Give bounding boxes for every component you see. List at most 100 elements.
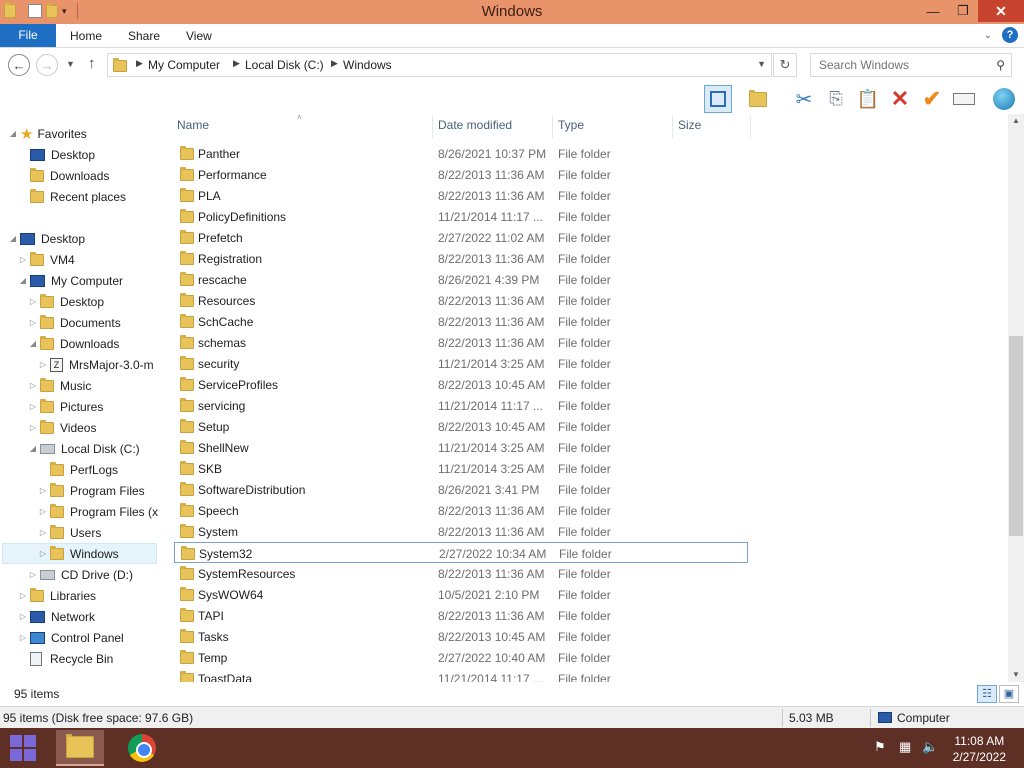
select-checkmark-button[interactable]: ✔ <box>918 85 946 113</box>
table-row[interactable]: Panther 8/26/2021 10:37 PM File folder <box>174 143 748 164</box>
table-row[interactable]: servicing 11/21/2014 11:17 ... File folder <box>174 395 748 416</box>
breadcrumb-separator[interactable]: ▶ <box>233 58 240 69</box>
delete-button[interactable]: ✕ <box>886 85 914 113</box>
table-row[interactable]: ShellNew 11/21/2014 3:25 AM File folder <box>174 437 748 458</box>
close-button[interactable]: ✕ <box>978 0 1024 22</box>
nav-fav-downloads[interactable]: Downloads <box>30 165 109 186</box>
paste-button[interactable]: 📋 <box>854 85 882 113</box>
details-view-button[interactable]: ☷ <box>977 685 997 703</box>
column-header-size[interactable]: Size <box>678 118 701 138</box>
scrollbar-thumb[interactable] <box>1009 336 1023 536</box>
table-row[interactable]: System 8/22/2013 11:36 AM File folder <box>174 521 748 542</box>
table-row[interactable]: SysWOW64 10/5/2021 2:10 PM File folder <box>174 584 748 605</box>
collapse-arrow-icon[interactable]: ◢ <box>8 129 18 138</box>
scroll-down-icon[interactable]: ▼ <box>1008 668 1024 682</box>
nav-windows[interactable]: ▷ Windows <box>2 543 157 564</box>
address-dropdown-icon[interactable]: ▼ <box>757 59 766 69</box>
nav-local-disk[interactable]: ◢ Local Disk (C:) <box>28 438 140 459</box>
column-header-type[interactable]: Type <box>558 118 584 138</box>
expand-arrow-icon[interactable]: ▷ <box>38 360 48 369</box>
nav-fav-desktop[interactable]: Desktop <box>30 144 95 165</box>
address-bar[interactable]: ▶ My Computer ▶ Local Disk (C:) ▶ Window… <box>107 53 772 77</box>
nav-program-files[interactable]: ▷ Program Files <box>38 480 145 501</box>
collapse-arrow-icon[interactable]: ◢ <box>28 444 38 453</box>
tab-home[interactable]: Home <box>70 29 102 43</box>
table-row[interactable]: SKB 11/21/2014 3:25 AM File folder <box>174 458 748 479</box>
table-row[interactable]: Registration 8/22/2013 11:36 AM File folde… <box>174 248 748 269</box>
table-row[interactable]: PolicyDefinitions 11/21/2014 11:17 ... Fil… <box>174 206 748 227</box>
search-input[interactable] <box>819 58 989 72</box>
nav-mc-desktop[interactable]: ▷ Desktop <box>28 291 104 312</box>
nav-users[interactable]: ▷ Users <box>38 522 101 543</box>
column-divider[interactable] <box>432 116 433 138</box>
nav-libraries[interactable]: ▷ Libraries <box>18 585 96 606</box>
nav-mc-music[interactable]: ▷ Music <box>28 375 91 396</box>
system-clock[interactable]: 11:08 AM 2/27/2022 <box>953 733 1006 765</box>
back-button[interactable]: ← <box>8 54 30 76</box>
nav-control-panel[interactable]: ▷ Control Panel <box>18 627 124 648</box>
table-row[interactable]: SystemResources 8/22/2013 11:36 AM File fo… <box>174 563 748 584</box>
nav-mc-videos[interactable]: ▷ Videos <box>28 417 96 438</box>
nav-mc-downloads[interactable]: ◢ Downloads <box>28 333 119 354</box>
expand-arrow-icon[interactable]: ▷ <box>38 507 48 516</box>
collapse-arrow-icon[interactable]: ◢ <box>18 276 28 285</box>
nav-perflogs[interactable]: PerfLogs <box>38 459 118 480</box>
action-center-flag-icon[interactable]: ⚑ <box>874 739 886 755</box>
vertical-scrollbar[interactable]: ▲ ▼ <box>1008 114 1024 682</box>
table-row[interactable]: schemas 8/22/2013 11:36 AM File folder <box>174 332 748 353</box>
collapse-arrow-icon[interactable]: ◢ <box>8 234 18 243</box>
table-row[interactable]: security 11/21/2014 3:25 AM File folder <box>174 353 748 374</box>
scroll-up-icon[interactable]: ▲ <box>1008 114 1024 128</box>
copy-button[interactable]: ⎘ <box>822 85 850 113</box>
table-row[interactable]: Resources 8/22/2013 11:36 AM File folder <box>174 290 748 311</box>
properties-folder-button[interactable] <box>744 85 772 113</box>
table-row[interactable]: Temp 2/27/2022 10:40 AM File folder <box>174 647 748 668</box>
table-row[interactable]: TAPI 8/22/2013 11:36 AM File folder <box>174 605 748 626</box>
expand-arrow-icon[interactable]: ▷ <box>28 402 38 411</box>
expand-arrow-icon[interactable]: ▷ <box>38 528 48 537</box>
nav-cd-drive[interactable]: ▷ CD Drive (D:) <box>28 564 133 585</box>
table-row[interactable]: System32 2/27/2022 10:34 AM File folder <box>174 542 748 563</box>
large-icons-view-button[interactable]: ▣ <box>999 685 1019 703</box>
start-button[interactable] <box>4 732 44 764</box>
nav-desktop[interactable]: ◢ Desktop <box>8 228 85 249</box>
tab-share[interactable]: Share <box>128 29 160 43</box>
expand-arrow-icon[interactable]: ▷ <box>28 318 38 327</box>
column-divider[interactable] <box>672 116 673 138</box>
maximize-button[interactable]: ❐ <box>948 0 978 22</box>
table-row[interactable]: ServiceProfiles 8/22/2013 10:45 AM File fo… <box>174 374 748 395</box>
expand-arrow-icon[interactable]: ▷ <box>18 255 28 264</box>
breadcrumb-separator[interactable]: ▶ <box>331 58 338 69</box>
column-divider[interactable] <box>750 116 751 138</box>
expand-ribbon-icon[interactable]: ⌄ <box>984 30 992 41</box>
table-row[interactable]: Setup 8/22/2013 10:45 AM File folder <box>174 416 748 437</box>
nav-mc-documents[interactable]: ▷ Documents <box>28 312 121 333</box>
table-row[interactable]: Tasks 8/22/2013 10:45 AM File folder <box>174 626 748 647</box>
breadcrumb-my-computer[interactable]: My Computer <box>148 58 220 72</box>
search-icon[interactable]: ⚲ <box>996 58 1005 72</box>
expand-arrow-icon[interactable]: ▷ <box>18 591 28 600</box>
breadcrumb-local-disk[interactable]: Local Disk (C:) <box>245 58 324 72</box>
file-tab[interactable]: File <box>0 24 56 47</box>
column-header-name[interactable]: Name <box>177 118 209 138</box>
nav-program-files-x86[interactable]: ▷ Program Files (x <box>38 501 158 522</box>
expand-arrow-icon[interactable]: ▷ <box>18 612 28 621</box>
breadcrumb-separator[interactable]: ▶ <box>136 58 143 69</box>
forward-button[interactable]: → <box>36 54 58 76</box>
minimize-button[interactable]: — <box>918 0 948 22</box>
expand-arrow-icon[interactable]: ▷ <box>28 381 38 390</box>
nav-network[interactable]: ▷ Network <box>18 606 95 627</box>
breadcrumb-windows[interactable]: Windows <box>343 58 392 72</box>
table-row[interactable]: PLA 8/22/2013 11:36 AM File folder <box>174 185 748 206</box>
network-status-icon[interactable]: ▦ <box>899 739 911 755</box>
search-box[interactable]: ⚲ <box>810 53 1012 77</box>
table-row[interactable]: rescache 8/26/2021 4:39 PM File folder <box>174 269 748 290</box>
recent-locations-icon[interactable]: ▼ <box>66 59 75 69</box>
globe-icon[interactable] <box>990 85 1018 113</box>
table-row[interactable]: SoftwareDistribution 8/26/2021 3:41 PM Fil… <box>174 479 748 500</box>
chrome-taskbar-button[interactable] <box>118 730 166 766</box>
nav-fav-recent-places[interactable]: Recent places <box>30 186 126 207</box>
column-header-date[interactable]: Date modified <box>438 118 512 138</box>
nav-mrsmajor[interactable]: ▷ Z MrsMajor-3.0-m <box>38 354 154 375</box>
nav-favorites[interactable]: ◢ ★ Favorites <box>8 123 87 144</box>
